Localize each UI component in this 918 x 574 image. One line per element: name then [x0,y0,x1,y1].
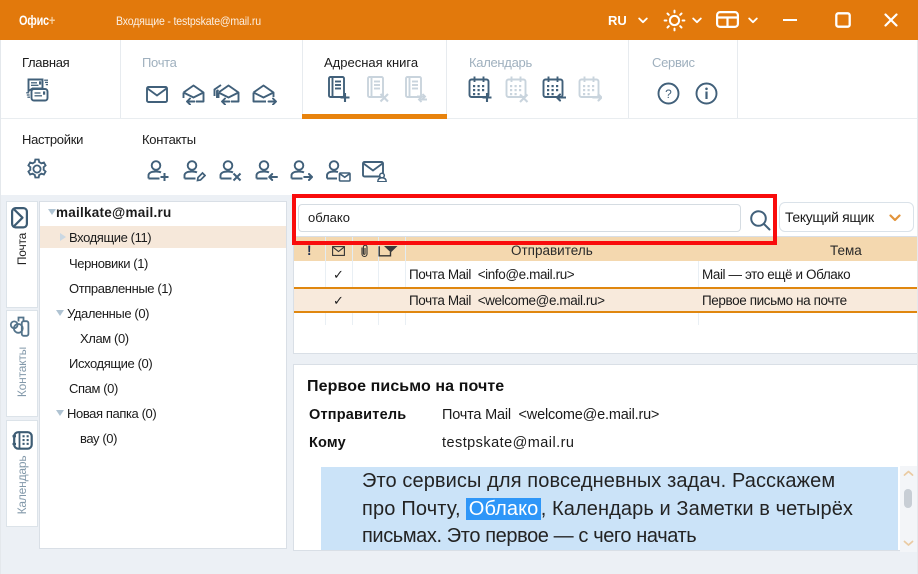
svg-text:?: ? [665,87,672,101]
